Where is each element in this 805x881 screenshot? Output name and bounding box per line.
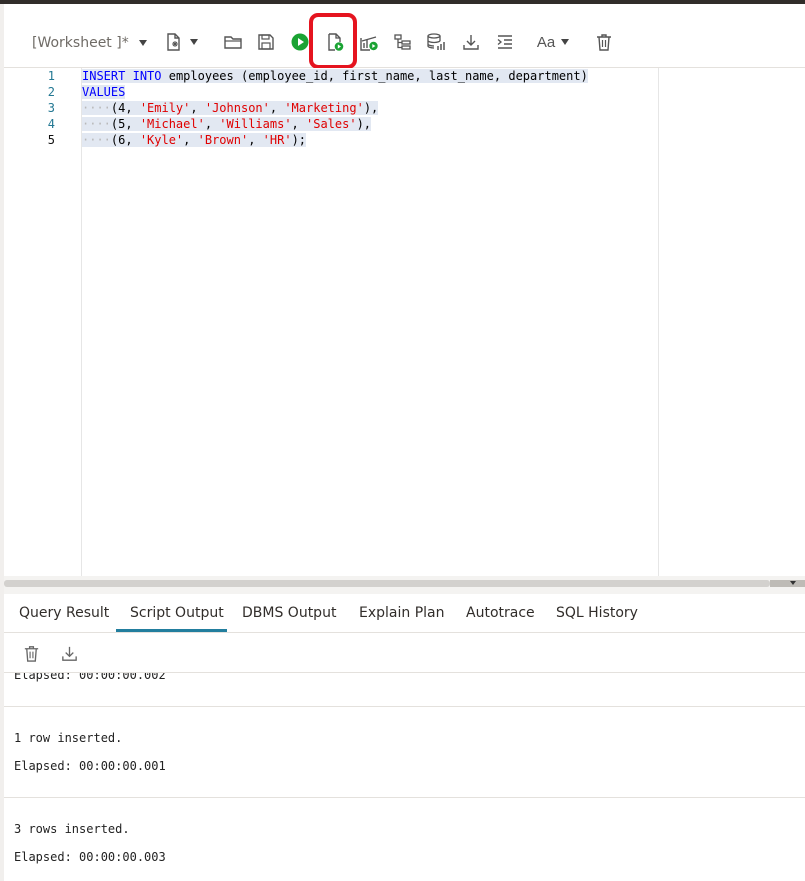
new-worksheet-chevron-icon[interactable] xyxy=(190,39,198,45)
run-script-button[interactable] xyxy=(323,30,347,54)
clear-output-button[interactable] xyxy=(20,642,42,664)
code-line[interactable]: ····(5, 'Michael', 'Williams', 'Sales'), xyxy=(82,116,372,132)
open-folder-icon xyxy=(224,36,242,49)
new-worksheet-button[interactable] xyxy=(161,30,185,54)
tab-dbms-output[interactable]: DBMS Output xyxy=(242,605,336,621)
output-separator xyxy=(4,706,805,707)
run-script-icon xyxy=(328,33,344,51)
database-stats-button[interactable] xyxy=(424,30,448,54)
script-output-panel[interactable]: Elapsed: 00:00:00.002 1 row inserted. El… xyxy=(4,673,805,881)
open-button[interactable] xyxy=(221,30,245,54)
splitter-bar[interactable] xyxy=(4,580,770,587)
run-statement-icon xyxy=(291,33,309,51)
tab-query-result[interactable]: Query Result xyxy=(19,605,109,621)
line-number: 3 xyxy=(47,101,55,115)
autotrace-button[interactable] xyxy=(391,30,415,54)
code-line[interactable]: VALUES xyxy=(82,84,126,100)
clear-editor-button[interactable] xyxy=(592,30,616,54)
splitter-handle[interactable] xyxy=(770,580,805,587)
code-line-text: INSERT INTO employees (employee_id, firs… xyxy=(82,69,588,83)
code-line-text: VALUES xyxy=(82,85,126,99)
output-line: Elapsed: 00:00:00.002 xyxy=(14,673,166,682)
output-separator xyxy=(4,797,805,798)
save-icon xyxy=(258,34,274,50)
sql-editor[interactable]: 1 2 3 4 5 INSERT INTO employees (employe… xyxy=(4,68,805,576)
tab-autotrace[interactable]: Autotrace xyxy=(466,605,535,621)
active-tab-indicator xyxy=(116,629,227,632)
format-code-icon xyxy=(497,35,512,49)
line-number: 4 xyxy=(47,117,55,131)
database-stats-icon xyxy=(427,33,445,50)
worksheet-toolbar: [Worksheet ]* Aa xyxy=(4,13,805,69)
font-case-icon: Aa xyxy=(536,33,556,51)
autotrace-icon xyxy=(394,34,411,50)
panel-splitter[interactable] xyxy=(4,576,805,594)
code-area[interactable]: INSERT INTO employees (employee_id, firs… xyxy=(82,68,659,576)
worksheet-selector-label: [Worksheet ]* xyxy=(32,35,129,51)
output-line: Elapsed: 00:00:00.001 xyxy=(14,759,166,773)
trash-icon xyxy=(597,34,611,51)
line-number: 2 xyxy=(47,85,55,99)
code-line[interactable]: ····(4, 'Emily', 'Johnson', 'Marketing')… xyxy=(82,100,379,116)
download-output-button[interactable] xyxy=(58,642,80,664)
format-code-button[interactable] xyxy=(493,30,517,54)
output-line: 1 row inserted. xyxy=(14,731,123,745)
download-icon xyxy=(61,646,77,661)
output-toolbar xyxy=(4,633,805,673)
tab-explain-plan[interactable]: Explain Plan xyxy=(359,605,444,621)
tab-script-output[interactable]: Script Output xyxy=(130,605,224,621)
download-icon xyxy=(463,35,479,50)
line-number-gutter: 1 2 3 4 5 xyxy=(4,68,82,576)
output-line: Elapsed: 00:00:00.003 xyxy=(14,850,166,864)
run-statement-button[interactable] xyxy=(288,30,312,54)
font-case-button[interactable]: Aa xyxy=(532,30,560,54)
top-bar xyxy=(0,0,805,4)
output-line: 3 rows inserted. xyxy=(14,822,130,836)
line-number: 5 xyxy=(47,133,55,147)
trash-icon xyxy=(24,645,38,662)
explain-plan-icon xyxy=(360,36,378,51)
code-line[interactable]: INSERT INTO employees (employee_id, firs… xyxy=(82,68,588,84)
font-case-chevron-icon[interactable] xyxy=(561,39,569,45)
code-line-text: ····(4, 'Emily', 'Johnson', 'Marketing')… xyxy=(82,101,379,115)
code-line-text: ····(6, 'Kyle', 'Brown', 'HR'); xyxy=(82,133,307,147)
line-number: 1 xyxy=(47,69,55,83)
worksheet-selector[interactable]: [Worksheet ]* xyxy=(32,33,147,53)
download-button[interactable] xyxy=(459,30,483,54)
output-tabs: Query Result Script Output DBMS Output E… xyxy=(4,594,805,633)
chevron-down-icon xyxy=(138,40,147,46)
code-line-text: ····(5, 'Michael', 'Williams', 'Sales'), xyxy=(82,117,372,131)
code-line[interactable]: ····(6, 'Kyle', 'Brown', 'HR'); xyxy=(82,132,307,148)
tab-sql-history[interactable]: SQL History xyxy=(556,605,638,621)
collapse-arrow-icon xyxy=(790,581,796,585)
explain-plan-button[interactable] xyxy=(357,30,381,54)
new-worksheet-icon xyxy=(167,33,180,51)
save-button[interactable] xyxy=(254,30,278,54)
